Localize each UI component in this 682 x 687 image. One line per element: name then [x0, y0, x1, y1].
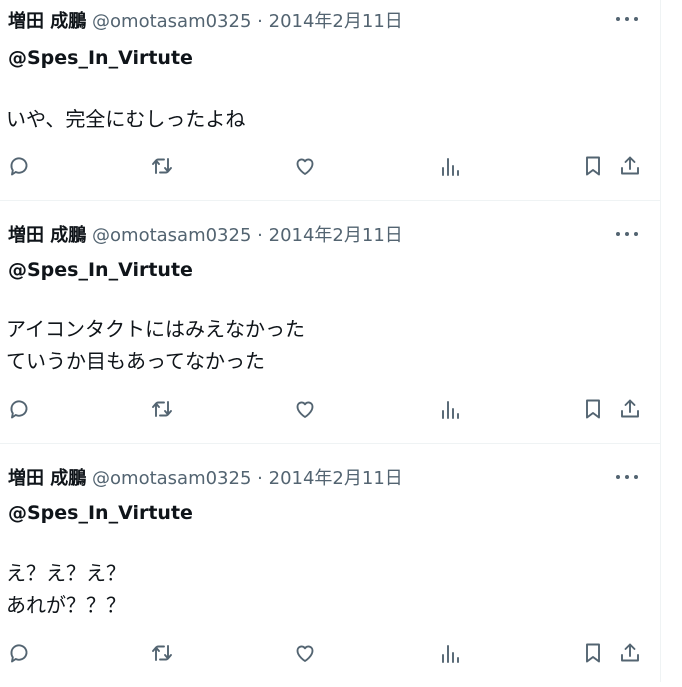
share-icon[interactable] [617, 638, 643, 668]
more-dots-icon[interactable] [616, 466, 638, 488]
tweet[interactable]: 増田 成鵬 @omotasam0325 · 2014年2月11日 @Spes_I… [0, 201, 660, 444]
tweet-date[interactable]: 2014年2月11日 [269, 225, 403, 246]
tweet-actions [0, 638, 661, 668]
retweet-icon[interactable] [149, 151, 175, 181]
reply-to-handle[interactable]: @Spes_In_Virtute [8, 256, 193, 284]
display-name[interactable]: 増田 成鵬 [8, 11, 86, 32]
separator-dot: · [257, 11, 263, 32]
user-handle[interactable]: @omotasam0325 [92, 225, 251, 246]
more-dots-icon[interactable] [616, 223, 638, 245]
reply-to-handle[interactable]: @Spes_In_Virtute [8, 499, 193, 527]
tweet-header: 増田 成鵬 @omotasam0325 · 2014年2月11日 [8, 9, 403, 35]
user-handle[interactable]: @omotasam0325 [92, 11, 251, 32]
display-name[interactable]: 増田 成鵬 [8, 468, 86, 489]
tweet-header: 増田 成鵬 @omotasam0325 · 2014年2月11日 [8, 223, 403, 249]
reply-icon[interactable] [6, 638, 32, 668]
tweet-text: いや、完全にむしったよね [6, 107, 246, 131]
reply-to-handle[interactable]: @Spes_In_Virtute [8, 44, 193, 72]
bookmark-icon[interactable] [580, 638, 606, 668]
share-icon[interactable] [617, 151, 643, 181]
views-bar-icon[interactable] [437, 394, 463, 424]
tweet-date[interactable]: 2014年2月11日 [269, 468, 403, 489]
heart-icon[interactable] [292, 394, 318, 424]
retweet-icon[interactable] [149, 638, 175, 668]
separator-dot: · [257, 468, 263, 489]
timeline-feed: 増田 成鵬 @omotasam0325 · 2014年2月11日 @Spes_I… [0, 0, 661, 682]
bookmark-icon[interactable] [580, 151, 606, 181]
tweet[interactable]: 増田 成鵬 @omotasam0325 · 2014年2月11日 @Spes_I… [0, 0, 660, 201]
tweet-text: アイコンタクトにはみえなかった ていうか目もあってなかった [6, 317, 305, 373]
tweet-header: 増田 成鵬 @omotasam0325 · 2014年2月11日 [8, 466, 403, 492]
reply-icon[interactable] [6, 394, 32, 424]
heart-icon[interactable] [292, 638, 318, 668]
display-name[interactable]: 増田 成鵬 [8, 225, 86, 246]
tweet-text: え？え？え？ あれが？？？ [6, 561, 126, 617]
user-handle[interactable]: @omotasam0325 [92, 468, 251, 489]
tweet-actions [0, 151, 661, 181]
separator-dot: · [257, 225, 263, 246]
reply-icon[interactable] [6, 151, 32, 181]
more-dots-icon[interactable] [616, 8, 638, 30]
views-bar-icon[interactable] [437, 638, 463, 668]
heart-icon[interactable] [292, 151, 318, 181]
bookmark-icon[interactable] [580, 394, 606, 424]
tweet-actions [0, 394, 661, 424]
tweet[interactable]: 増田 成鵬 @omotasam0325 · 2014年2月11日 @Spes_I… [0, 444, 660, 687]
share-icon[interactable] [617, 394, 643, 424]
retweet-icon[interactable] [149, 394, 175, 424]
views-bar-icon[interactable] [437, 151, 463, 181]
tweet-date[interactable]: 2014年2月11日 [269, 11, 403, 32]
